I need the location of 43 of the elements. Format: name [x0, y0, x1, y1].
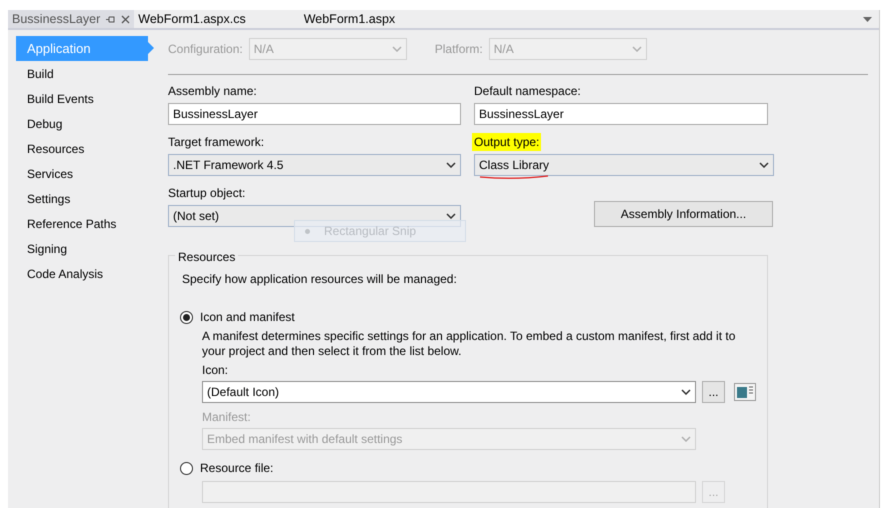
browse-button[interactable]: ... — [702, 381, 725, 403]
chevron-down-icon — [392, 46, 402, 52]
chevron-down-icon — [446, 162, 456, 168]
default-namespace-field[interactable]: BussinessLayer — [474, 103, 768, 125]
target-framework-label: Target framework: — [168, 134, 266, 151]
configuration-label: Configuration: — [168, 40, 243, 58]
resources-description: Specify how application resources will be managed: — [182, 271, 458, 288]
sidebar-item[interactable]: Resources — [16, 136, 154, 161]
icon-label: Icon: — [202, 362, 230, 379]
document-tab[interactable]: BussinessLayer — [8, 10, 134, 28]
dropdown-arrow-icon[interactable] — [863, 17, 872, 22]
chevron-down-icon — [681, 389, 691, 395]
icon-select[interactable]: (Default Icon) — [202, 381, 696, 403]
chevron-down-icon — [446, 213, 456, 219]
sidebar-item[interactable]: Build — [16, 61, 154, 86]
assembly-information-button[interactable]: Assembly Information... — [594, 201, 773, 227]
default-namespace-label: Default namespace: — [474, 83, 582, 100]
radio-label: Icon and manifest — [200, 309, 295, 326]
sidebar-item[interactable]: Services — [16, 161, 154, 186]
output-type-select[interactable]: Class Library — [474, 154, 774, 176]
manifest-label: Manifest: — [202, 409, 252, 426]
chevron-down-icon — [632, 46, 642, 52]
output-type-label: Output type: — [472, 133, 542, 151]
sidebar-item[interactable]: Build Events — [16, 86, 154, 111]
tab-label: BussinessLayer — [12, 10, 100, 28]
close-icon[interactable] — [121, 14, 130, 24]
sidebar-item[interactable]: Debug — [16, 111, 154, 136]
pin-icon[interactable] — [106, 16, 116, 22]
radio-button[interactable] — [180, 310, 193, 324]
icon-preview-icon — [734, 383, 756, 401]
radio-label: Resource file: — [200, 460, 274, 477]
platform-label: Platform: — [434, 40, 483, 58]
sidebar-item[interactable]: Signing — [16, 236, 154, 261]
startup-object-label: Startup object: — [168, 185, 246, 202]
chevron-down-icon — [681, 436, 691, 442]
manifest-note: A manifest determines specific settings for an application. To embed a custom manifest, first add it to your project and then select it from the list below. — [202, 329, 736, 359]
sidebar-item[interactable]: Code Analysis — [16, 261, 154, 286]
sidebar-item[interactable]: Reference Paths — [16, 211, 154, 236]
target-framework-select[interactable]: .NET Framework 4.5 — [168, 154, 461, 176]
assembly-name-field[interactable]: BussinessLayer — [168, 103, 461, 125]
chevron-down-icon — [759, 162, 769, 168]
sidebar-item[interactable]: Settings — [16, 186, 154, 211]
assembly-name-label: Assembly name: — [168, 83, 258, 100]
